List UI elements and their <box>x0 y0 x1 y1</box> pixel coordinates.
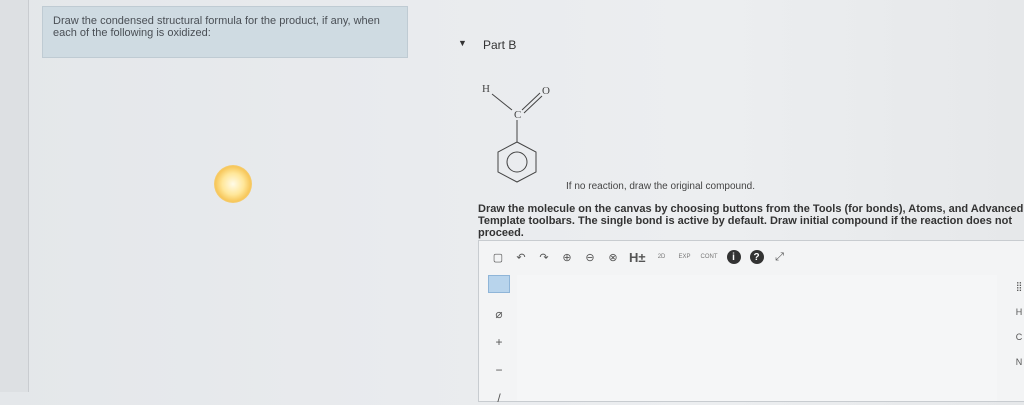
info-icon[interactable]: i <box>726 250 741 264</box>
zoom-out-icon[interactable]: ⊖ <box>583 249 597 265</box>
instructions: Draw the molecule on the canvas by choos… <box>478 203 1024 239</box>
atom-o-label: O <box>542 85 550 97</box>
eraser-icon[interactable]: ⌀ <box>495 307 502 321</box>
single-bond-icon[interactable]: / <box>497 391 500 405</box>
decrease-charge-button[interactable]: − <box>495 363 502 377</box>
part-title[interactable]: Part B <box>483 38 516 52</box>
question-prompt: Draw the condensed structural formula fo… <box>42 6 408 58</box>
bond-co-1 <box>521 92 541 111</box>
atom-h-label: H <box>482 83 490 95</box>
selection-tool-icon[interactable] <box>488 275 510 293</box>
zoom-in-icon[interactable]: ⊕ <box>560 249 574 265</box>
redo-icon[interactable]: ↷ <box>537 249 551 265</box>
left-toolbar: ⌀ + − / <box>485 275 513 405</box>
no-reaction-note: If no reaction, draw the original compou… <box>566 181 755 192</box>
increase-charge-button[interactable]: + <box>495 335 502 349</box>
atoms-toolbar: ⣿ H C N <box>999 275 1024 405</box>
clear-icon[interactable]: ⊗ <box>606 249 620 265</box>
triangle-down-icon[interactable]: ▼ <box>458 38 467 48</box>
atom-h-button[interactable]: H <box>1016 307 1023 317</box>
aromatic-circle <box>506 151 528 173</box>
clean-2d-button[interactable]: 2D <box>655 249 669 265</box>
atom-c-label: C <box>514 109 521 121</box>
top-toolbar: ▢ ↶ ↷ ⊕ ⊖ ⊗ H± 2D EXP CONT i ? ⤢ <box>479 241 1024 273</box>
periodic-table-icon[interactable]: ⣿ <box>1016 281 1023 292</box>
benzene-ring <box>497 141 537 183</box>
undo-icon[interactable]: ↶ <box>514 249 528 265</box>
fullscreen-icon[interactable]: ⤢ <box>773 249 787 265</box>
screen-glare <box>214 165 252 203</box>
bond-ch <box>491 93 513 111</box>
drawing-canvas[interactable] <box>517 275 997 401</box>
help-icon[interactable]: ? <box>749 250 764 264</box>
molecule-structure: H C O <box>482 83 550 183</box>
expand-button[interactable]: EXP <box>678 249 692 265</box>
contract-button[interactable]: CONT <box>701 249 718 265</box>
atom-c-button[interactable]: C <box>1016 332 1023 342</box>
hydrogen-toggle-button[interactable]: H± <box>629 249 646 265</box>
prompt-text: Draw the condensed structural formula fo… <box>53 15 380 39</box>
new-document-icon[interactable]: ▢ <box>491 249 505 265</box>
atom-n-button[interactable]: N <box>1016 357 1023 367</box>
bond-co-2 <box>523 95 543 114</box>
marvin-sketch-editor: ▢ ↶ ↷ ⊕ ⊖ ⊗ H± 2D EXP CONT i ? ⤢ ⌀ + − /… <box>478 240 1024 405</box>
left-divider <box>0 0 29 392</box>
